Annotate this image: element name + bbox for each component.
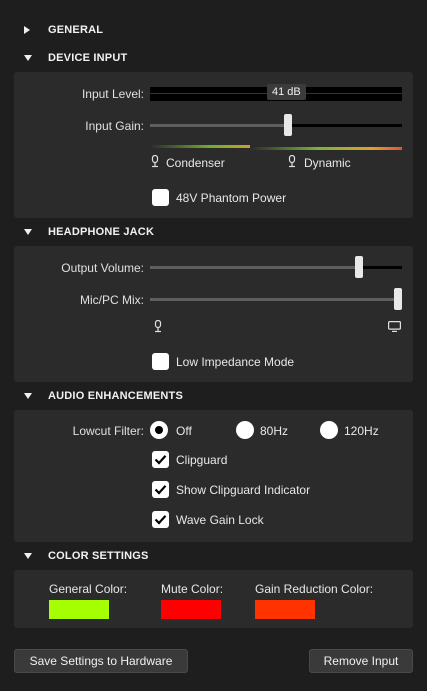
section-header-general[interactable]: GENERAL: [0, 18, 427, 42]
lowcut-radio-off[interactable]: [150, 421, 168, 439]
low-impedance-label: Low Impedance Mode: [176, 355, 295, 369]
mute-color-swatch[interactable]: [161, 600, 221, 619]
input-level-label: Input Level:: [81, 87, 144, 101]
section-header-headphone-jack[interactable]: HEADPHONE JACK: [0, 220, 427, 244]
mic-pc-mix-slider-thumb[interactable]: [394, 288, 402, 310]
checkmark-icon: [154, 485, 167, 495]
condenser-mic-icon: [150, 155, 160, 168]
microphone-icon: [153, 320, 163, 333]
section-header-audio-enhancements[interactable]: AUDIO ENHANCEMENTS: [0, 384, 427, 408]
dynamic-label: Dynamic: [304, 156, 351, 170]
output-volume-slider-thumb[interactable]: [355, 256, 363, 278]
headphone-jack-panel: Output Volume: Mic/PC Mix: Low Impedance…: [14, 246, 413, 382]
wave-gain-lock-checkbox[interactable]: [152, 511, 169, 528]
condenser-label: Condenser: [166, 156, 225, 170]
dynamic-gain-range-bar: [250, 147, 402, 150]
triangle-down-icon: [24, 229, 32, 235]
device-input-panel: Input Level: 41 dB Input Gain: Condenser…: [14, 72, 413, 218]
radio-selected-dot: [155, 426, 163, 434]
show-clipguard-indicator-checkbox[interactable]: [152, 481, 169, 498]
lowcut-radio-120hz[interactable]: [320, 421, 338, 439]
gain-reduction-color-swatch[interactable]: [255, 600, 315, 619]
clipguard-label: Clipguard: [176, 453, 228, 467]
input-gain-fill: [150, 124, 286, 127]
wave-gain-lock-label: Wave Gain Lock: [176, 513, 264, 527]
section-header-color-settings[interactable]: COLOR SETTINGS: [0, 544, 427, 568]
section-title-general: GENERAL: [48, 24, 104, 36]
clipguard-checkbox[interactable]: [152, 451, 169, 468]
triangle-down-icon: [24, 393, 32, 399]
checkmark-icon: [154, 515, 167, 525]
section-title-device-input: DEVICE INPUT: [48, 52, 128, 64]
section-title-color-settings: COLOR SETTINGS: [48, 550, 149, 562]
lowcut-option-80hz: 80Hz: [260, 424, 289, 438]
section-title-headphone-jack: HEADPHONE JACK: [48, 226, 155, 238]
input-gain-label: Input Gain:: [85, 119, 144, 133]
lowcut-option-off: Off: [176, 424, 192, 438]
section-header-device-input[interactable]: DEVICE INPUT: [0, 46, 427, 70]
input-gain-slider-thumb[interactable]: [284, 114, 292, 136]
show-clipguard-indicator-label: Show Clipguard Indicator: [176, 483, 311, 497]
phantom-power-checkbox[interactable]: [152, 189, 169, 206]
triangle-down-icon: [24, 55, 32, 61]
output-volume-fill: [150, 266, 359, 269]
checkmark-icon: [154, 455, 167, 465]
general-color-swatch[interactable]: [49, 600, 109, 619]
section-title-audio-enhancements: AUDIO ENHANCEMENTS: [48, 390, 183, 402]
dynamic-mic-icon: [287, 155, 297, 168]
mute-color-label: Mute Color:: [161, 582, 224, 596]
color-settings-panel: General Color: Mute Color: Gain Reductio…: [14, 570, 413, 628]
save-settings-button[interactable]: Save Settings to Hardware: [14, 649, 188, 673]
audio-enhancements-panel: Lowcut Filter: Off 80Hz 120Hz Clipguard …: [14, 410, 413, 542]
remove-input-button[interactable]: Remove Input: [309, 649, 413, 673]
triangle-down-icon: [24, 553, 32, 559]
monitor-icon: [388, 321, 401, 332]
mic-pc-mix-fill: [150, 298, 398, 301]
phantom-power-label: 48V Phantom Power: [176, 191, 287, 205]
general-color-label: General Color:: [49, 582, 128, 596]
gain-reduction-color-label: Gain Reduction Color:: [255, 582, 374, 596]
condenser-gain-range-bar: [150, 145, 250, 148]
lowcut-option-120hz: 120Hz: [344, 424, 379, 438]
low-impedance-checkbox[interactable]: [152, 353, 169, 370]
mic-pc-mix-label: Mic/PC Mix:: [80, 293, 144, 307]
triangle-right-icon: [24, 26, 30, 34]
output-volume-label: Output Volume:: [61, 261, 144, 275]
input-level-tooltip: 41 dB: [267, 84, 306, 100]
lowcut-filter-label: Lowcut Filter:: [72, 424, 144, 438]
lowcut-radio-80hz[interactable]: [236, 421, 254, 439]
